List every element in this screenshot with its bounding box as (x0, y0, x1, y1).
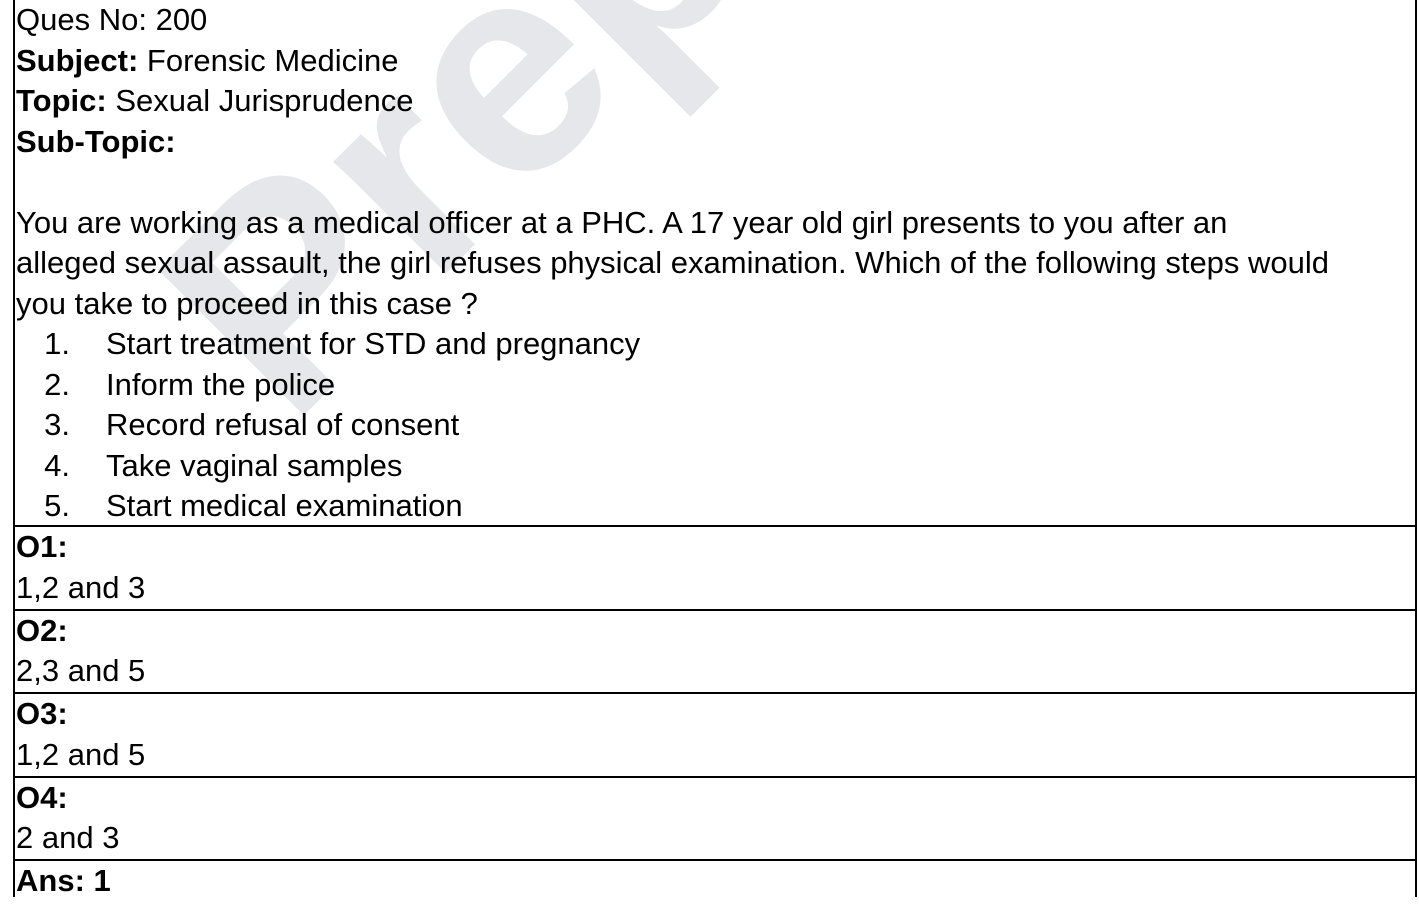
option-3-cell: O3: 1,2 and 5 (15, 694, 1415, 778)
topic-label: Topic: (16, 83, 107, 118)
question-stem-line: You are working as a medical officer at … (16, 204, 1228, 240)
step-number: 4. (44, 447, 70, 483)
option-label: O4: (16, 779, 68, 815)
step-number: 5. (44, 488, 70, 523)
ques-no-value: 200 (155, 2, 208, 37)
step-text: Start medical examination (106, 488, 463, 523)
list-item: 1. Start treatment for STD and pregnancy (16, 324, 1415, 365)
option-text: 2 and 3 (16, 820, 120, 855)
option-1-cell: O1: 1,2 and 3 (15, 527, 1415, 611)
subtopic-label: Sub-Topic: (16, 123, 176, 159)
step-text: Inform the police (106, 366, 336, 402)
question-sheet: Ques No: 200 Subject: Forensic Medicine … (13, 0, 1417, 898)
list-item: 5. Start medical examination (16, 486, 1415, 527)
option-label: O1: (16, 529, 68, 564)
subject-line: Subject: Forensic Medicine (16, 41, 1415, 82)
step-number: 1. (44, 326, 70, 361)
option-2-cell: O2: 2,3 and 5 (15, 611, 1415, 694)
subject-value: Forensic Medicine (146, 42, 399, 78)
step-number: 2. (44, 366, 70, 402)
step-number: 3. (44, 407, 70, 442)
answer-label: Ans: 1 (16, 863, 111, 898)
option-label: O3: (16, 696, 68, 731)
question-stem-line: alleged sexual assault, the girl refuses… (16, 245, 1330, 280)
subtopic-line: Sub-Topic: (16, 122, 1415, 163)
option-text: 1,2 and 3 (16, 569, 146, 605)
option-text: 1,2 and 5 (16, 736, 146, 772)
step-text: Take vaginal samples (106, 447, 403, 483)
ques-no-line: Ques No: 200 (16, 0, 1415, 41)
subject-label: Subject: (16, 42, 139, 78)
option-label: O2: (16, 612, 68, 648)
option-4-cell: O4: 2 and 3 (15, 778, 1415, 861)
list-item: 2. Inform the police (16, 365, 1415, 406)
option-text: 2,3 and 5 (16, 653, 146, 688)
step-text: Record refusal of consent (106, 407, 460, 442)
answer-cell: Ans: 1 (15, 861, 1415, 921)
steps-list: 1. Start treatment for STD and pregnancy … (16, 324, 1415, 527)
question-stem-line: you take to proceed in this case ? (16, 285, 478, 321)
list-item: 3. Record refusal of consent (16, 405, 1415, 446)
list-item: 4. Take vaginal samples (16, 446, 1415, 487)
topic-value: Sexual Jurisprudence (115, 83, 414, 118)
question-cell: Ques No: 200 Subject: Forensic Medicine … (15, 0, 1415, 527)
topic-line: Topic: Sexual Jurisprudence (16, 81, 1415, 122)
step-text: Start treatment for STD and pregnancy (106, 326, 641, 361)
ques-no-label: Ques No: (16, 2, 147, 37)
